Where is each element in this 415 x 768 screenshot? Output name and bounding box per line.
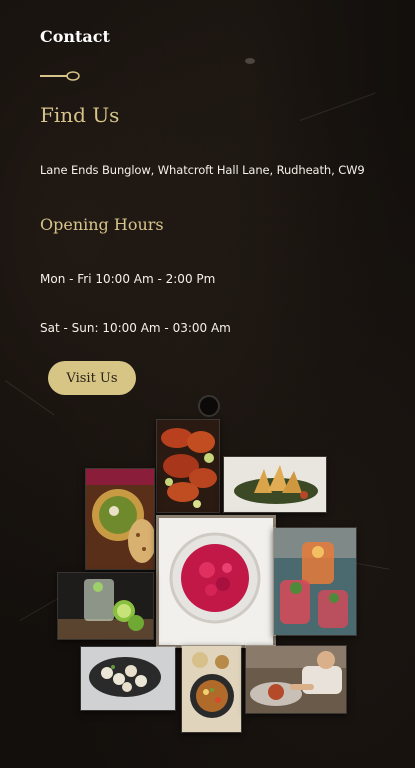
lime-cocktail-photo[interactable] bbox=[57, 572, 154, 640]
background-texture bbox=[245, 58, 255, 64]
samosa-photo[interactable] bbox=[223, 456, 327, 513]
address-text: Lane Ends Bunglow, Whatcroft Hall Lane, … bbox=[40, 163, 365, 177]
section-label-contact: Contact bbox=[40, 27, 110, 46]
spoon-divider-icon bbox=[40, 71, 80, 81]
visit-us-button[interactable]: Visit Us bbox=[48, 361, 136, 395]
background-texture bbox=[19, 597, 60, 621]
background-texture bbox=[4, 380, 55, 416]
weekend-hours: Sat - Sun: 10:00 Am - 03:00 Am bbox=[40, 321, 231, 335]
opening-hours-heading: Opening Hours bbox=[40, 215, 164, 234]
grilled-chicken-photo[interactable] bbox=[156, 419, 220, 513]
rose-petal-bowl-photo[interactable] bbox=[156, 515, 276, 648]
background-texture bbox=[299, 92, 376, 121]
spiced-skillet-photo[interactable] bbox=[181, 645, 242, 733]
mocktail-drinks-photo[interactable] bbox=[273, 527, 357, 636]
chef-plating-photo[interactable] bbox=[245, 645, 347, 714]
dumpling-platter-photo[interactable] bbox=[80, 646, 176, 711]
green-curry-naan-photo[interactable] bbox=[85, 468, 155, 570]
find-us-heading: Find Us bbox=[40, 103, 120, 127]
scroll-indicator-dot[interactable] bbox=[198, 395, 220, 417]
weekday-hours: Mon - Fri 10:00 Am - 2:00 Pm bbox=[40, 272, 216, 286]
